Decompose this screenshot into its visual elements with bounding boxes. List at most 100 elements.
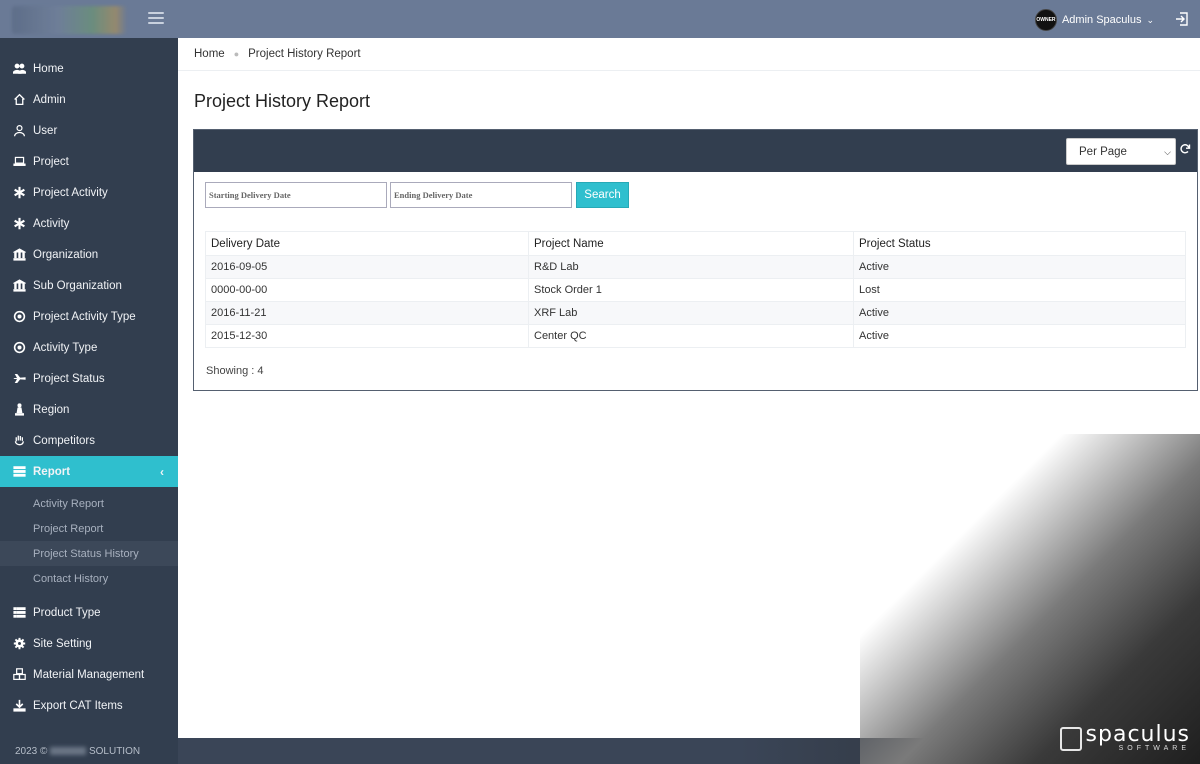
sidebar-item-label: Region <box>33 403 70 416</box>
list-alt-icon <box>12 605 27 620</box>
target-icon <box>12 309 27 324</box>
column-header[interactable]: Project Name <box>528 231 854 256</box>
spaculus-watermark: spaculus SOFTWARE <box>1059 722 1190 752</box>
hand-icon <box>12 433 27 448</box>
page-title: Project History Report <box>194 91 371 111</box>
asterisk-icon <box>12 216 27 231</box>
sidebar-item-project-activity-type[interactable]: Project Activity Type <box>0 301 178 332</box>
delivery-date-cell: 2016-11-21 <box>205 301 529 325</box>
sidebar-item-competitors[interactable]: Competitors <box>0 425 178 456</box>
breadcrumb: Home ● Project History Report <box>178 38 1200 71</box>
sidebar-item-organization[interactable]: Organization <box>0 239 178 270</box>
sidebar-item-label: Site Setting <box>33 637 92 650</box>
submenu-item-contact-history[interactable]: Contact History <box>0 566 178 591</box>
ending-delivery-date-input[interactable] <box>390 182 572 208</box>
project-name-cell: Center QC <box>528 324 854 348</box>
table-header-row: Delivery Date Project Name Project Statu… <box>205 231 1186 256</box>
sidebar-item-label: Project <box>33 155 69 168</box>
sidebar-item-home[interactable]: Home <box>0 53 178 84</box>
sidebar-item-sub-organization[interactable]: Sub Organization <box>0 270 178 301</box>
watermark-name: spaculus <box>1085 722 1190 747</box>
sidebar-item-label: Organization <box>33 248 99 261</box>
project-status-cell: Active <box>853 301 1186 325</box>
pawn-icon <box>12 402 27 417</box>
table-row: 2015-12-30 Center QC Active <box>205 324 1186 348</box>
per-page-value: Per Page <box>1079 145 1127 158</box>
project-status-cell: Lost <box>853 278 1186 302</box>
sidebar-item-label: Home <box>33 62 64 75</box>
sidebar-item-label: Material Management <box>33 668 145 681</box>
top-bar: OWNER Admin Spaculus ⌄ <box>0 0 1200 38</box>
chevron-down-icon: ⌵ <box>1164 147 1171 157</box>
brand-logo[interactable] <box>12 6 127 34</box>
sidebar-item-region[interactable]: Region <box>0 394 178 425</box>
sidebar-item-label: Product Type <box>33 606 101 619</box>
sidebar: Home Admin User Project Project Activity Acti… <box>0 38 178 764</box>
breadcrumb-home[interactable]: Home <box>194 48 225 60</box>
user-icon <box>12 123 27 138</box>
cubes-icon <box>12 667 27 682</box>
sidebar-item-project[interactable]: Project <box>0 146 178 177</box>
bank-icon <box>12 278 27 293</box>
footer-bar <box>178 738 1200 764</box>
sidebar-item-label: Export CAT Items <box>33 699 123 712</box>
sidebar-item-label: Sub Organization <box>33 279 122 292</box>
asterisk-icon <box>12 185 27 200</box>
gear-icon <box>12 636 27 651</box>
search-button[interactable]: Search <box>576 182 629 208</box>
table-row: 2016-11-21 XRF Lab Active <box>205 301 1186 325</box>
plane-icon <box>12 371 27 386</box>
sidebar-item-admin[interactable]: Admin <box>0 84 178 115</box>
starting-delivery-date-input[interactable] <box>205 182 387 208</box>
project-status-cell: Active <box>853 255 1186 279</box>
sidebar-item-activity[interactable]: Activity <box>0 208 178 239</box>
table-row: 0000-00-00 Stock Order 1 Lost <box>205 278 1186 302</box>
sidebar-item-label: Project Activity Type <box>33 310 136 323</box>
date-filters: Search <box>205 182 629 208</box>
column-header[interactable]: Delivery Date <box>205 231 529 256</box>
sidebar-item-label: Report <box>33 465 71 478</box>
redacted-company <box>50 747 87 756</box>
list-icon <box>12 464 27 479</box>
user-menu[interactable]: OWNER Admin Spaculus ⌄ <box>1034 9 1154 31</box>
project-name-cell: Stock Order 1 <box>528 278 854 302</box>
table-row: 2016-09-05 R&D Lab Active <box>205 255 1186 279</box>
project-status-cell: Active <box>853 324 1186 348</box>
laptop-icon <box>12 154 27 169</box>
download-icon <box>12 698 27 713</box>
bank-icon <box>12 247 27 262</box>
sidebar-item-label: Activity <box>33 217 70 230</box>
submenu-item-project-status-history[interactable]: Project Status History <box>0 541 178 566</box>
sidebar-item-product-type[interactable]: Product Type <box>0 597 178 628</box>
sidebar-item-project-activity[interactable]: Project Activity <box>0 177 178 208</box>
report-panel: Per Page ⌵ Search Delivery Date Project … <box>193 129 1198 391</box>
sidebar-item-activity-type[interactable]: Activity Type <box>0 332 178 363</box>
sidebar-item-report[interactable]: Report ‹ <box>0 456 178 487</box>
refresh-icon[interactable] <box>1179 143 1191 155</box>
breadcrumb-current: Project History Report <box>248 48 361 60</box>
footer-copyright: 2023 © SOLUTION <box>15 746 141 757</box>
report-submenu: Activity Report Project Report Project Sta… <box>0 487 178 597</box>
history-table: Delivery Date Project Name Project Statu… <box>205 231 1186 348</box>
submenu-item-project-report[interactable]: Project Report <box>0 516 178 541</box>
sidebar-item-label: Admin <box>33 93 66 106</box>
submenu-item-activity-report[interactable]: Activity Report <box>0 491 178 516</box>
menu-toggle-icon[interactable] <box>148 12 164 25</box>
project-name-cell: R&D Lab <box>528 255 854 279</box>
sidebar-item-site-setting[interactable]: Site Setting <box>0 628 178 659</box>
sidebar-item-label: User <box>33 124 58 137</box>
home-icon <box>12 92 27 107</box>
delivery-date-cell: 2016-09-05 <box>205 255 529 279</box>
breadcrumb-separator: ● <box>233 49 240 59</box>
sidebar-item-label: Project Status <box>33 372 105 385</box>
column-header[interactable]: Project Status <box>853 231 1186 256</box>
logout-icon[interactable] <box>1174 11 1190 27</box>
sidebar-item-user[interactable]: User <box>0 115 178 146</box>
per-page-select[interactable]: Per Page ⌵ <box>1066 138 1176 165</box>
sidebar-item-material-management[interactable]: Material Management <box>0 659 178 690</box>
avatar: OWNER <box>1034 9 1057 31</box>
target-icon <box>12 340 27 355</box>
delivery-date-cell: 0000-00-00 <box>205 278 529 302</box>
sidebar-item-export-cat-items[interactable]: Export CAT Items <box>0 690 178 721</box>
sidebar-item-project-status[interactable]: Project Status <box>0 363 178 394</box>
